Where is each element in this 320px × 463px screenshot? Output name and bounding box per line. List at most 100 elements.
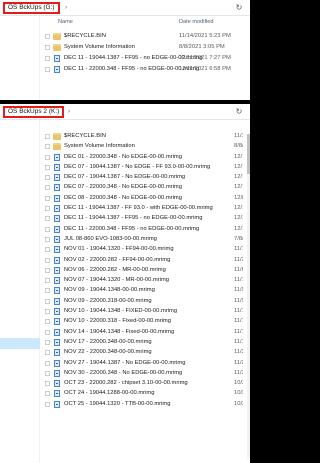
file-row[interactable]: NOV 22 - 22000.348-00-00.mrimg 11/2 <box>44 347 250 357</box>
file-row[interactable]: NOV 27 - 19044.1387 - No EDGE-00-00.mrim… <box>44 358 250 368</box>
date-modified: 11/1 <box>234 318 243 325</box>
file-row[interactable]: DEC 07 - 22000.348 - No EDGE-00-00.mrimg… <box>44 182 250 192</box>
date-modified: 11/1 <box>234 308 243 315</box>
file-row[interactable]: DEC 11 - 22000.348 - FF95 - no EDGE-00-0… <box>44 64 250 75</box>
file-name: JUL 08-860 EVO-1083-00-00.mrimg <box>64 235 157 242</box>
file-row[interactable]: $RECYCLE.BIN 11/14 <box>44 131 250 141</box>
date-modified: 11/9 <box>234 297 243 304</box>
row-checkbox[interactable] <box>45 319 50 325</box>
file-row[interactable]: NOV 14 - 19044.1348 - Fixed-00-00.mrimg 1… <box>44 327 250 337</box>
file-name: NOV 27 - 19044.1387 - No EDGE-00-00.mrim… <box>64 359 186 366</box>
file-name: OCT 23 - 22000.282 - chipset 3.10-00-00.… <box>64 380 188 387</box>
file-icon <box>54 297 60 305</box>
row-checkbox[interactable] <box>45 288 50 294</box>
row-checkbox[interactable] <box>45 185 50 191</box>
address-bar[interactable]: OS BckUps 2 (K:) › ↻ <box>0 104 250 120</box>
row-checkbox[interactable] <box>45 175 50 181</box>
file-name: NOV 07 - 19044.1320 - MR-00-00.mrimg <box>64 277 170 284</box>
file-icon <box>54 266 60 274</box>
date-modified: 12/1 <box>234 153 243 160</box>
row-checkbox[interactable] <box>45 257 50 263</box>
file-name: NOV 30 - 22000.348 - No EDGE-00-00.mrimg <box>64 369 183 376</box>
file-row[interactable]: NOV 10 - 19044.1348 - FIXED-00-00.mrimg 1… <box>44 306 250 316</box>
date-modified: 11/3 <box>234 369 243 376</box>
folder-icon <box>53 33 61 40</box>
file-row[interactable]: JUL 08-860 EVO-1083-00-00.mrimg 7/8/ <box>44 234 250 244</box>
chevron-down-icon[interactable]: › <box>65 4 67 12</box>
file-name: DEC 07 - 22000.348 - No EDGE-00-00.mrimg <box>64 184 182 191</box>
file-row[interactable]: System Volume Information 8/8/2021 3:05 P… <box>44 42 250 53</box>
file-row[interactable]: System Volume Information 8/8/ <box>44 141 250 151</box>
row-checkbox[interactable] <box>45 45 50 50</box>
row-checkbox[interactable] <box>45 401 50 407</box>
row-checkbox[interactable] <box>45 56 50 61</box>
address-breadcrumb[interactable]: OS BckUps (G:) <box>3 2 60 14</box>
row-checkbox[interactable] <box>45 298 50 304</box>
navigation-pane <box>0 120 40 463</box>
file-row[interactable]: DEC 07 - 19044.1387 - No EDGE-00-00.mrim… <box>44 172 250 182</box>
file-name: DEC 11 - 22000.348 - FF95 - no EDGE-00-0… <box>64 225 200 232</box>
file-row[interactable]: DEC 01 - 22000.348 - No EDGE-00-00.mrimg… <box>44 152 250 162</box>
file-row[interactable]: DEC 11 - 19044.1387 - FF95 - no EDGE-00-… <box>44 53 250 64</box>
row-checkbox[interactable] <box>45 226 50 232</box>
file-name: NOV 22 - 22000.348-00-00.mrimg <box>64 349 152 356</box>
row-checkbox[interactable] <box>45 350 50 356</box>
file-row[interactable]: NOV 01 - 19044.1320 - FF94-00-00.mrimg 11… <box>44 244 250 254</box>
file-row[interactable]: NOV 06 - 22000.282 - MR-00-00.mrimg 11/6 <box>44 265 250 275</box>
file-icon <box>54 318 60 326</box>
address-bar[interactable]: OS BckUps (G:) › ↻ <box>0 0 250 16</box>
file-icon <box>54 153 60 161</box>
file-row[interactable]: NOV 17 - 22000.348-00-00.mrimg 11/1 <box>44 337 250 347</box>
file-name: OCT 24 - 19044.1288-00-00.mrimg <box>64 390 155 397</box>
row-checkbox[interactable] <box>45 134 50 139</box>
row-checkbox[interactable] <box>45 195 50 201</box>
address-breadcrumb[interactable]: OS BckUps 2 (K:) <box>3 106 65 118</box>
row-checkbox[interactable] <box>45 381 50 387</box>
row-checkbox[interactable] <box>45 360 50 366</box>
date-modified: 11/9 <box>234 287 243 294</box>
row-checkbox[interactable] <box>45 236 50 242</box>
file-row[interactable]: NOV 30 - 22000.348 - No EDGE-00-00.mrimg… <box>44 368 250 378</box>
file-row[interactable]: NOV 02 - 22000.282 - FF94-00-00.mrimg 11/… <box>44 255 250 265</box>
file-row[interactable]: OCT 25 - 19044.1320 - TTB-00-00.mrimg 10/… <box>44 399 250 409</box>
file-row[interactable]: DEC 11 - 19044.1387 - FF95 - no EDGE-00-… <box>44 213 250 223</box>
file-row[interactable]: DEC 07 - 19044.1387 - No EDGE - FF 93.0-… <box>44 162 250 172</box>
row-checkbox[interactable] <box>45 339 50 345</box>
row-checkbox[interactable] <box>45 329 50 335</box>
column-header-name[interactable]: Name <box>58 19 73 25</box>
refresh-icon[interactable]: ↻ <box>234 3 244 13</box>
date-modified: 12/11/2021 7:27 PM <box>179 55 231 61</box>
file-row[interactable]: $RECYCLE.BIN 11/14/2021 5:23 PM <box>44 31 250 42</box>
file-icon <box>54 400 60 408</box>
file-icon <box>54 66 60 73</box>
row-checkbox[interactable] <box>45 164 50 170</box>
row-checkbox[interactable] <box>45 216 50 222</box>
row-checkbox[interactable] <box>45 267 50 273</box>
file-row[interactable]: NOV 09 - 22000.318-00-00.mrimg 11/9 <box>44 296 250 306</box>
file-row[interactable]: DEC 08 - 22000.348 - No EDGE-00-00.mrimg… <box>44 193 250 203</box>
nav-selected-item[interactable] <box>0 338 40 349</box>
scrollbar-thumb[interactable] <box>247 134 250 174</box>
row-checkbox[interactable] <box>45 34 50 39</box>
refresh-icon[interactable]: ↻ <box>234 107 244 117</box>
file-row[interactable]: OCT 24 - 19044.1288-00-00.mrimg 10/2 <box>44 388 250 398</box>
file-row[interactable]: OCT 23 - 22000.282 - chipset 3.10-00-00.… <box>44 378 250 388</box>
file-row[interactable]: NOV 07 - 19044.1320 - MR-00-00.mrimg 11/7 <box>44 275 250 285</box>
row-checkbox[interactable] <box>45 206 50 212</box>
row-checkbox[interactable] <box>45 309 50 315</box>
file-row[interactable]: NOV 10 - 22000.318 - Fixed-00-00.mrimg 11… <box>44 316 250 326</box>
vertical-scrollbar[interactable] <box>247 134 250 459</box>
row-checkbox[interactable] <box>45 67 50 72</box>
row-checkbox[interactable] <box>45 370 50 376</box>
row-checkbox[interactable] <box>45 154 50 160</box>
row-checkbox[interactable] <box>45 247 50 253</box>
chevron-down-icon[interactable]: › <box>68 108 70 116</box>
file-row[interactable]: DEC 11 - 22000.348 - FF95 - no EDGE-00-0… <box>44 224 250 234</box>
file-row[interactable]: NOV 09 - 19044.1348-00-00.mrimg 11/9 <box>44 285 250 295</box>
row-checkbox[interactable] <box>45 391 50 397</box>
column-header-date-modified[interactable]: Date modified <box>179 19 214 25</box>
date-modified: 11/2 <box>234 256 243 263</box>
row-checkbox[interactable] <box>45 144 50 150</box>
row-checkbox[interactable] <box>45 278 50 284</box>
file-row[interactable]: DEC 11 - 19044.1387 - FF 93.0 - with EDG… <box>44 203 250 213</box>
